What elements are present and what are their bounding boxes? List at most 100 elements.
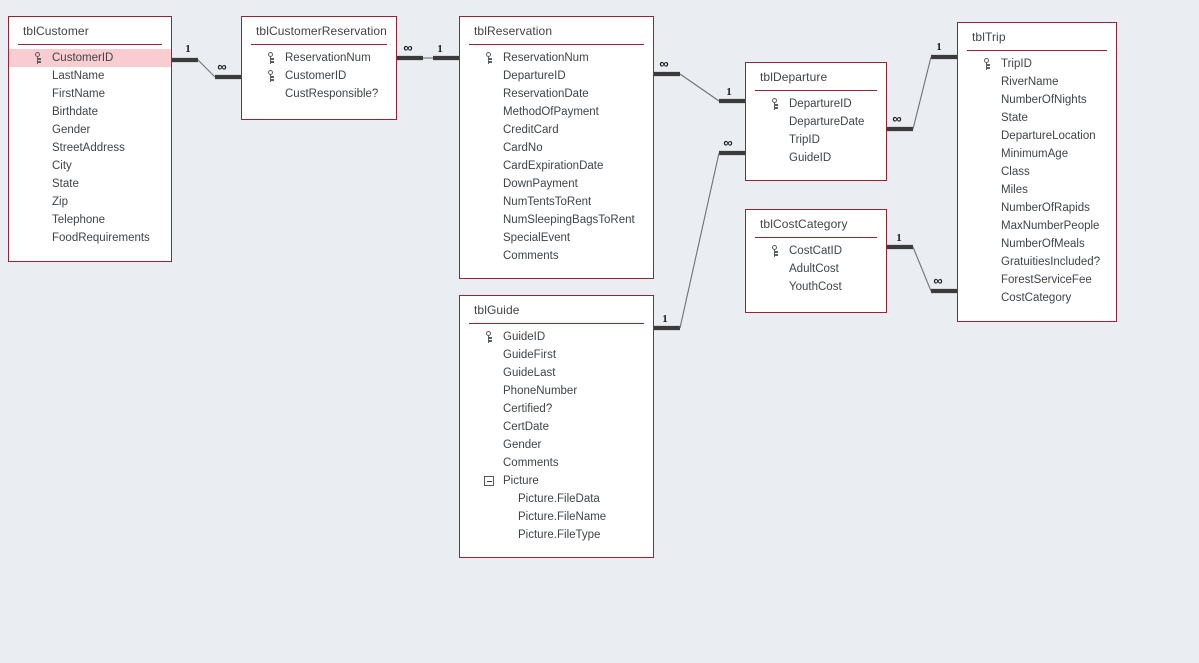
relationship-line[interactable] <box>912 56 932 130</box>
field-name: Comments <box>503 250 559 262</box>
field-name: LastName <box>52 70 105 82</box>
field-row[interactable]: NumTentsToRent <box>460 193 653 211</box>
primary-key-icon <box>268 70 276 82</box>
field-row[interactable]: GuideID <box>460 328 653 346</box>
field-row[interactable]: TripID <box>746 131 886 149</box>
table-box-tblReservation[interactable]: tblReservation ReservationNum DepartureID R… <box>459 16 654 279</box>
cardinality-many-label: ∞ <box>403 40 412 55</box>
field-row[interactable]: TripID <box>958 55 1116 73</box>
field-row[interactable]: CertDate <box>460 418 653 436</box>
relationship-rel-costcategory-trip[interactable]: 1∞ <box>887 232 957 294</box>
field-row[interactable]: State <box>958 109 1116 127</box>
field-name: CardExpirationDate <box>503 160 604 172</box>
field-row[interactable]: Certified? <box>460 400 653 418</box>
field-row[interactable]: CustResponsible? <box>242 85 396 103</box>
field-row[interactable]: StreetAddress <box>9 139 171 157</box>
field-list: ReservationNum CustomerID CustResponsible? <box>242 45 396 111</box>
field-row[interactable]: Picture.FileName <box>460 508 653 526</box>
field-row[interactable]: GuideFirst <box>460 346 653 364</box>
relationship-line[interactable] <box>912 246 932 292</box>
relationship-line[interactable] <box>197 59 216 78</box>
field-row[interactable]: ReservationDate <box>460 85 653 103</box>
relationship-line[interactable] <box>679 152 720 329</box>
relationship-rel-departure-trip[interactable]: ∞1 <box>887 41 957 132</box>
field-row[interactable]: NumberOfNights <box>958 91 1116 109</box>
table-box-tblCustomerReservation[interactable]: tblCustomerReservation ReservationNum Cust… <box>241 16 397 120</box>
relationship-line[interactable] <box>679 73 720 102</box>
field-row[interactable]: NumSleepingBagsToRent <box>460 211 653 229</box>
field-name: PhoneNumber <box>503 385 578 397</box>
field-row[interactable]: YouthCost <box>746 278 886 296</box>
table-box-tblCostCategory[interactable]: tblCostCategory CostCatID AdultCost YouthCo… <box>745 209 887 313</box>
field-row[interactable]: Comments <box>460 247 653 265</box>
field-row[interactable]: GuideID <box>746 149 886 167</box>
field-row[interactable]: ForestServiceFee <box>958 271 1116 289</box>
field-row[interactable]: CustomerID <box>242 67 396 85</box>
field-row[interactable]: Picture.FileType <box>460 526 653 544</box>
field-row[interactable]: Comments <box>460 454 653 472</box>
field-row[interactable]: GratuitiesIncluded? <box>958 253 1116 271</box>
field-row[interactable]: DepartureID <box>460 67 653 85</box>
relationship-rel-customer-customerreservation[interactable]: 1∞ <box>172 43 241 80</box>
table-box-tblTrip[interactable]: tblTrip TripID RiverName NumberOfNights Stat… <box>957 22 1117 322</box>
field-row[interactable]: FirstName <box>9 85 171 103</box>
field-row[interactable]: CostCatID <box>746 242 886 260</box>
field-name: CustomerID <box>52 52 114 64</box>
field-row[interactable]: CostCategory <box>958 289 1116 307</box>
field-row[interactable]: MinimumAge <box>958 145 1116 163</box>
field-row[interactable]: Telephone <box>9 211 171 229</box>
field-row[interactable]: Class <box>958 163 1116 181</box>
field-row[interactable]: SpecialEvent <box>460 229 653 247</box>
field-name: State <box>1001 112 1028 124</box>
field-row[interactable]: DepartureLocation <box>958 127 1116 145</box>
field-name: MaxNumberPeople <box>1001 220 1100 232</box>
field-name: GratuitiesIncluded? <box>1001 256 1101 268</box>
primary-key-icon <box>486 52 494 64</box>
field-row[interactable]: NumberOfRapids <box>958 199 1116 217</box>
field-name: DepartureID <box>503 70 566 82</box>
field-row[interactable]: MaxNumberPeople <box>958 217 1116 235</box>
field-row[interactable]: Picture.FileData <box>460 490 653 508</box>
field-row[interactable]: Zip <box>9 193 171 211</box>
table-box-tblDeparture[interactable]: tblDeparture DepartureID DepartureDate Trip… <box>745 62 887 181</box>
field-row[interactable]: City <box>9 157 171 175</box>
field-row[interactable]: DownPayment <box>460 175 653 193</box>
field-row[interactable]: LastName <box>9 67 171 85</box>
field-row[interactable]: CardNo <box>460 139 653 157</box>
field-row[interactable]: FoodRequirements <box>9 229 171 247</box>
field-row[interactable]: MethodOfPayment <box>460 103 653 121</box>
field-list: ReservationNum DepartureID ReservationDate… <box>460 45 653 273</box>
field-row[interactable]: AdultCost <box>746 260 886 278</box>
field-name: CertDate <box>503 421 550 433</box>
field-row[interactable]: DepartureDate <box>746 113 886 131</box>
field-row[interactable]: Picture <box>460 472 653 490</box>
collapse-field-icon[interactable] <box>484 476 494 486</box>
relationship-rel-customerreservation-reservation[interactable]: ∞ 1 <box>397 40 459 61</box>
field-row[interactable]: GuideLast <box>460 364 653 382</box>
field-name: TripID <box>789 134 820 146</box>
relationship-rel-guide-departure[interactable]: 1∞ <box>654 135 745 331</box>
field-row[interactable]: DepartureID <box>746 95 886 113</box>
field-row[interactable]: ReservationNum <box>460 49 653 67</box>
primary-key-icon <box>772 245 780 257</box>
table-title: tblReservation <box>474 24 553 38</box>
field-row[interactable]: PhoneNumber <box>460 382 653 400</box>
field-row-selected[interactable]: CustomerID <box>9 49 171 67</box>
field-row[interactable]: Birthdate <box>9 103 171 121</box>
field-row[interactable]: ReservationNum <box>242 49 396 67</box>
field-row[interactable]: Gender <box>460 436 653 454</box>
table-box-tblCustomer[interactable]: tblCustomer CustomerID LastName FirstName Bi… <box>8 16 172 262</box>
field-row[interactable]: RiverName <box>958 73 1116 91</box>
field-name: ForestServiceFee <box>1001 274 1092 286</box>
field-name: FoodRequirements <box>52 232 150 244</box>
relationship-rel-reservation-departure[interactable]: ∞1 <box>654 56 745 104</box>
field-list: DepartureID DepartureDate TripID GuideID <box>746 91 886 175</box>
field-name: CustResponsible? <box>285 88 379 100</box>
field-row[interactable]: Miles <box>958 181 1116 199</box>
table-box-tblGuide[interactable]: tblGuide GuideID GuideFirst GuideLast PhoneN… <box>459 295 654 558</box>
field-row[interactable]: NumberOfMeals <box>958 235 1116 253</box>
field-row[interactable]: CardExpirationDate <box>460 157 653 175</box>
field-row[interactable]: CreditCard <box>460 121 653 139</box>
field-row[interactable]: State <box>9 175 171 193</box>
field-row[interactable]: Gender <box>9 121 171 139</box>
